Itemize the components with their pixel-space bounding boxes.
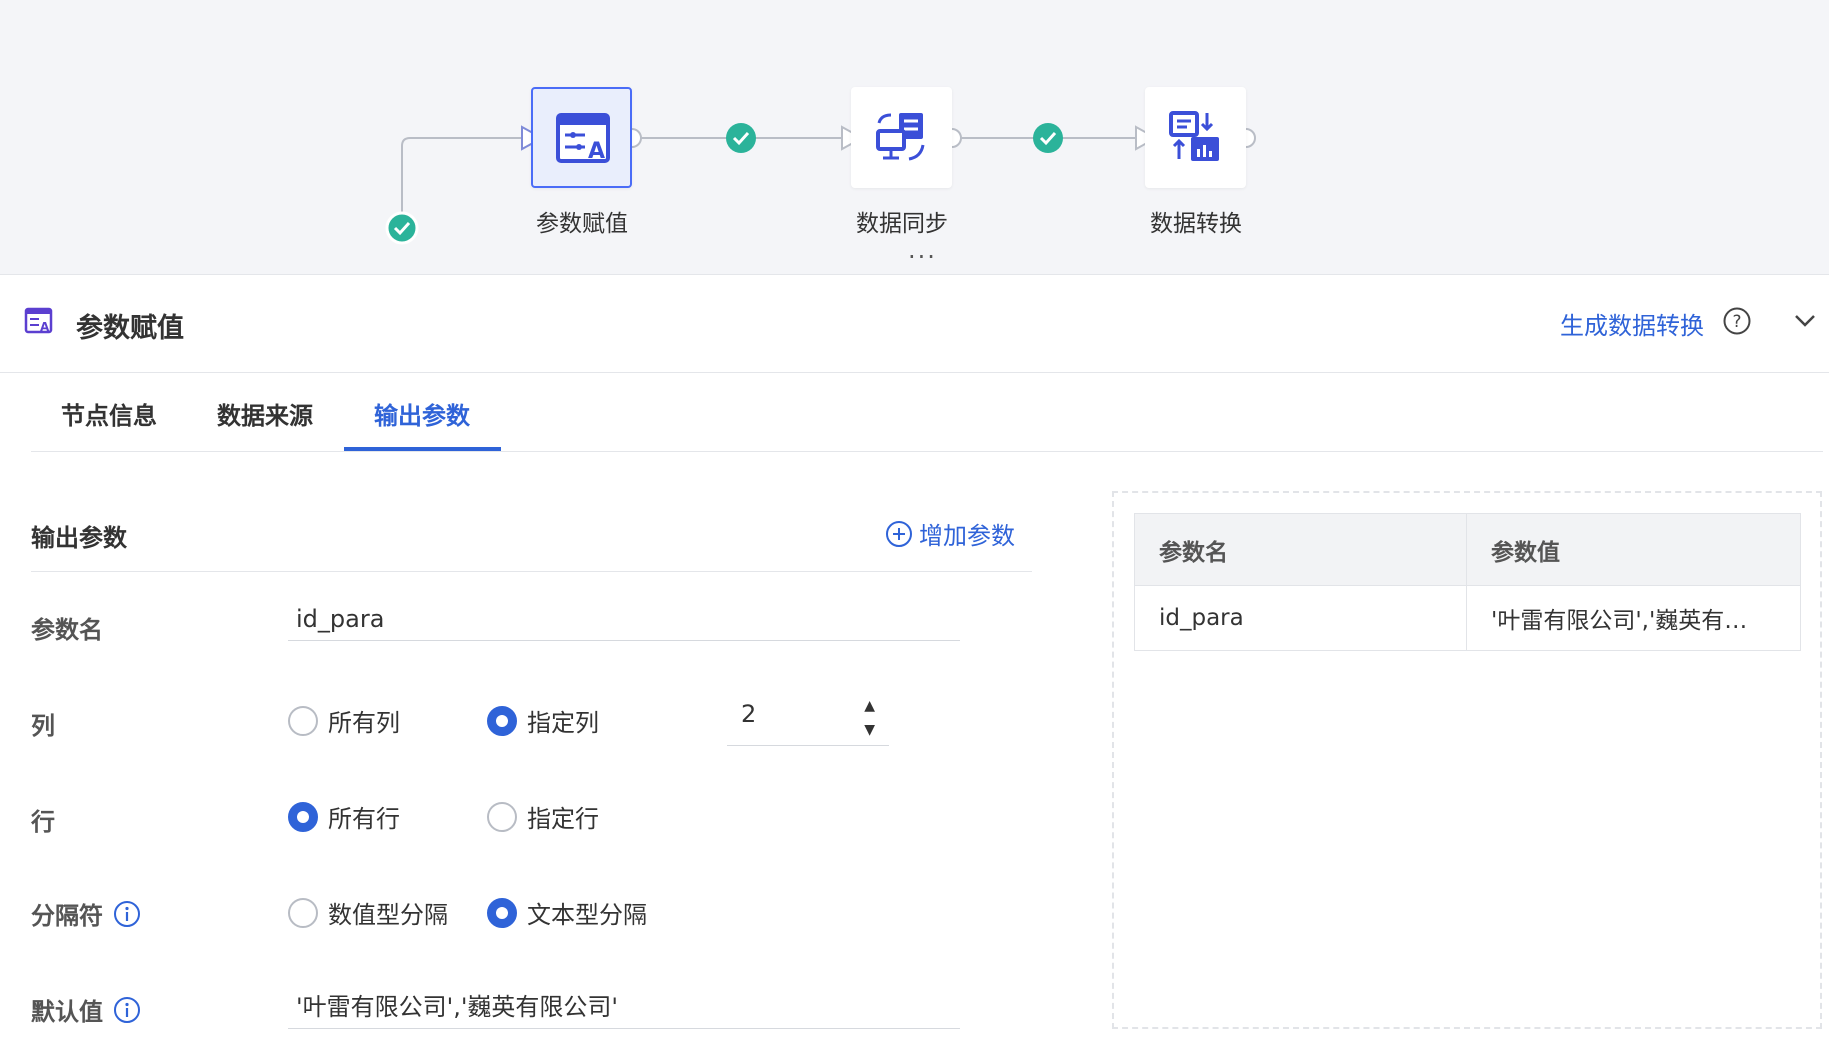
radio-specified-row[interactable]: 指定行 <box>487 799 599 834</box>
svg-text:A: A <box>588 139 605 164</box>
generate-transform-link[interactable]: 生成数据转换 <box>1560 306 1704 341</box>
radio-circle <box>288 801 318 832</box>
divider <box>31 571 1032 572</box>
radio-label: 所有列 <box>328 709 400 737</box>
preview-table: 参数名 参数值 id_para '叶雷有限公司','巍英有… <box>1134 513 1801 651</box>
param-assign-icon: A <box>24 307 53 334</box>
radio-circle <box>487 897 517 928</box>
tab-output-params[interactable]: 输出参数 <box>374 396 470 431</box>
caret-down-icon[interactable]: ▼ <box>864 722 875 738</box>
radio-label: 文本型分隔 <box>527 901 647 929</box>
flow-node-label: 数据转换 <box>1150 211 1242 237</box>
default-value-label-text: 默认值 <box>31 998 103 1026</box>
table-header-row: 参数名 参数值 <box>1134 513 1801 586</box>
radio-all-columns[interactable]: 所有列 <box>288 703 400 738</box>
param-name-input[interactable]: id_para <box>288 597 960 641</box>
radio-label: 指定列 <box>527 709 599 737</box>
active-tab-indicator <box>344 447 501 451</box>
data-sync-icon <box>876 113 925 161</box>
column-number-stepper[interactable]: 2 ▲ ▼ <box>727 690 889 746</box>
radio-circle <box>487 801 517 832</box>
tab-node-info[interactable]: 节点信息 <box>61 396 157 431</box>
stepper-value: 2 <box>741 700 757 728</box>
add-param-button[interactable]: 增加参数 <box>885 516 1015 551</box>
add-param-label: 增加参数 <box>919 522 1015 550</box>
default-value-input[interactable]: '叶雷有限公司','巍英有限公司' <box>288 985 960 1029</box>
data-transform-icon <box>1169 111 1219 161</box>
check-icon <box>385 211 419 245</box>
row-label: 行 <box>31 808 55 836</box>
info-icon[interactable] <box>113 996 141 1024</box>
column-label: 列 <box>31 712 55 740</box>
radio-label: 指定行 <box>527 805 599 833</box>
check-icon <box>726 123 756 153</box>
flow-node-param-assign[interactable]: A <box>531 87 632 188</box>
svg-text:?: ? <box>1732 312 1741 332</box>
column-header: 参数名 <box>1134 513 1467 586</box>
separator-label: 分隔符 <box>31 896 141 931</box>
radio-all-rows[interactable]: 所有行 <box>288 799 400 834</box>
table-row: id_para '叶雷有限公司','巍英有… <box>1134 585 1801 651</box>
info-icon[interactable] <box>113 900 141 928</box>
table-cell: id_para <box>1134 585 1467 651</box>
flow-node-data-transform[interactable] <box>1145 87 1246 188</box>
tab-bar: 节点信息 数据来源 输出参数 <box>31 374 1823 452</box>
radio-label: 所有行 <box>328 805 400 833</box>
panel-resize-handle[interactable]: ··· <box>908 245 937 269</box>
chevron-down-icon[interactable] <box>1793 310 1817 330</box>
param-assign-icon: A <box>556 113 610 164</box>
panel-header: A 参数赋值 生成数据转换 ? <box>0 276 1829 373</box>
table-cell-text: '叶雷有限公司','巍英有… <box>1491 608 1748 634</box>
radio-circle <box>288 897 318 928</box>
panel-title: 参数赋值 <box>76 313 184 344</box>
separator-label-text: 分隔符 <box>31 902 103 930</box>
radio-label: 数值型分隔 <box>328 901 448 929</box>
flow-node-data-sync[interactable] <box>851 87 952 188</box>
param-name-label: 参数名 <box>31 616 103 644</box>
add-circle-icon <box>886 520 912 547</box>
section-title: 输出参数 <box>31 524 127 552</box>
radio-text-separator[interactable]: 文本型分隔 <box>487 895 647 930</box>
help-icon[interactable]: ? <box>1722 306 1752 336</box>
flow-canvas[interactable]: A 参数赋值 数据同步 数据转换 ··· <box>0 0 1829 275</box>
flow-node-label: 数据同步 <box>856 211 948 237</box>
radio-numeric-separator[interactable]: 数值型分隔 <box>288 895 448 930</box>
check-icon <box>1033 123 1063 153</box>
radio-specified-column[interactable]: 指定列 <box>487 703 599 738</box>
table-cell: '叶雷有限公司','巍英有… <box>1466 585 1801 651</box>
flow-node-label: 参数赋值 <box>536 211 628 237</box>
svg-text:A: A <box>40 320 50 334</box>
radio-circle <box>288 705 318 736</box>
radio-circle <box>487 705 517 736</box>
caret-up-icon[interactable]: ▲ <box>864 698 875 714</box>
column-header: 参数值 <box>1466 513 1801 586</box>
tab-data-source[interactable]: 数据来源 <box>217 396 313 431</box>
default-value-label: 默认值 <box>31 992 141 1027</box>
